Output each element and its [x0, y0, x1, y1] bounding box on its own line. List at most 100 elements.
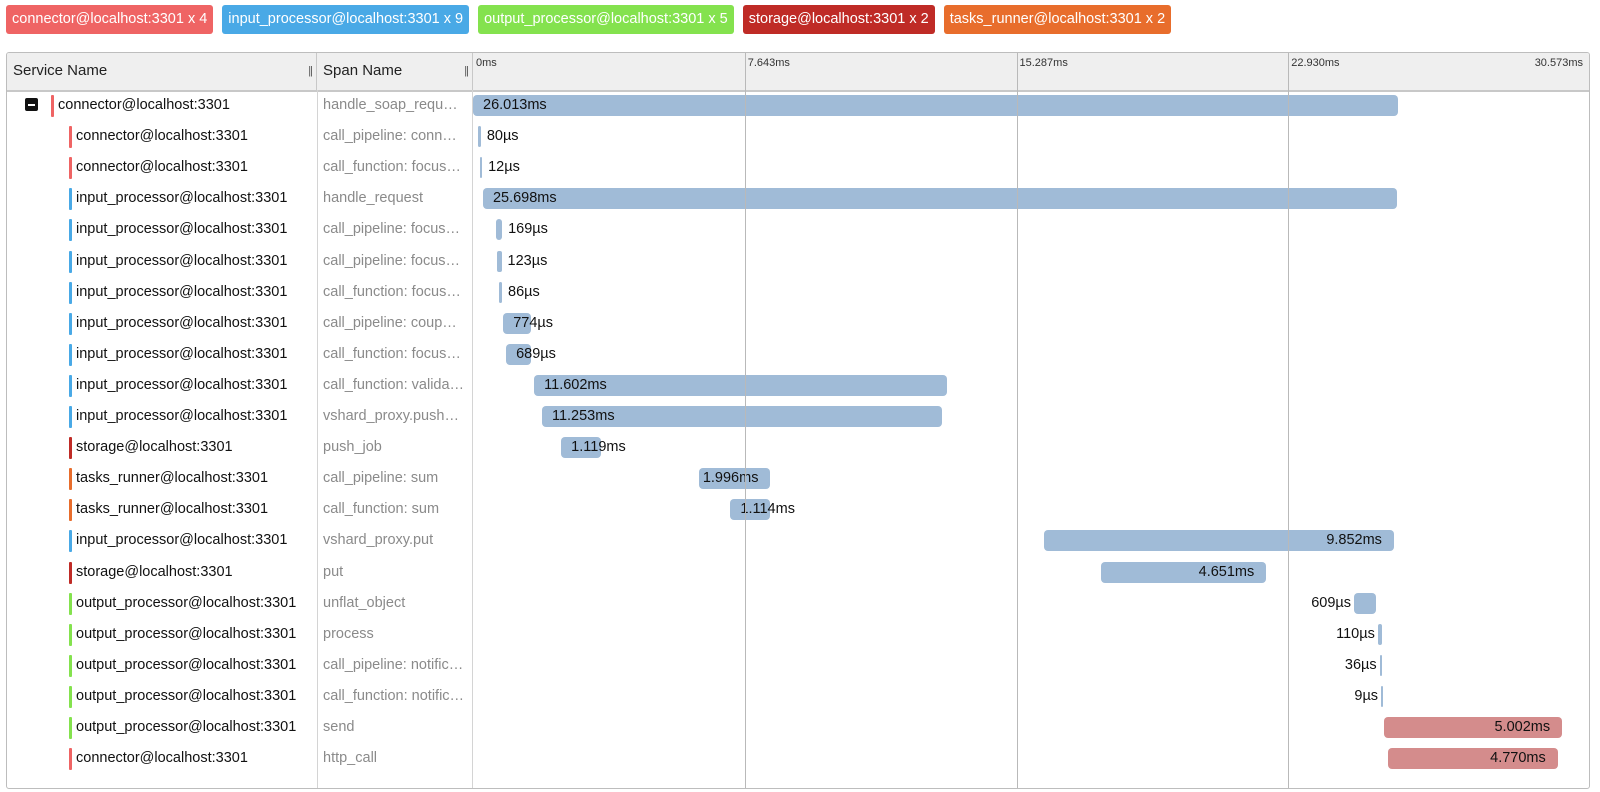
service-name: connector@localhost:3301: [76, 128, 248, 145]
span-duration-label: 12µs: [488, 159, 520, 176]
span-duration-label: 609µs: [1311, 594, 1352, 611]
timeline-tick-label: 22.930ms: [1291, 57, 1340, 69]
span-row[interactable]: input_processor@localhost:3301 handle_req…: [7, 183, 1589, 214]
span-row[interactable]: connector@localhost:3301 http_call 4.770ms: [7, 743, 1589, 774]
service-legend: connector@localhost:3301 x 4 input_proces…: [6, 5, 1172, 35]
span-row[interactable]: storage@localhost:3301 push_job 1.119ms: [7, 432, 1589, 463]
service-name: output_processor@localhost:3301: [76, 687, 297, 704]
span-name: vshard_proxy.push…: [323, 408, 459, 424]
legend-chip[interactable]: tasks_runner@localhost:3301 x 2: [943, 5, 1172, 34]
span-row[interactable]: output_processor@localhost:3301 unflat_ob…: [7, 588, 1589, 619]
span-duration-label: 1.114ms: [740, 501, 795, 518]
span-duration-label: 1.119ms: [571, 439, 626, 456]
span-duration-bar[interactable]: [1377, 623, 1382, 645]
trace-table: Service Name || Span Name || 0ms 7.643ms 1…: [6, 52, 1590, 789]
service-name: output_processor@localhost:3301: [76, 625, 297, 642]
span-duration-label: 123µs: [507, 252, 548, 269]
span-row[interactable]: tasks_runner@localhost:3301 call_function…: [7, 494, 1589, 525]
span-row[interactable]: input_processor@localhost:3301 call_funct…: [7, 339, 1589, 370]
collapse-icon[interactable]: [25, 98, 38, 111]
service-name: connector@localhost:3301: [58, 97, 230, 113]
span-duration-label: 9µs: [1354, 687, 1379, 704]
service-color-marker: [69, 685, 72, 708]
span-duration-bar[interactable]: [480, 157, 483, 179]
span-row[interactable]: output_processor@localhost:3301 call_func…: [7, 681, 1589, 712]
span-name: unflat_object: [323, 594, 406, 611]
timeline-gridline: [744, 53, 746, 788]
span-duration-bar[interactable]: [1379, 654, 1382, 676]
legend-chip[interactable]: connector@localhost:3301 x 4: [6, 5, 214, 34]
span-duration-bar[interactable]: [498, 281, 502, 303]
span-row[interactable]: tasks_runner@localhost:3301 call_pipeline…: [7, 463, 1589, 494]
service-color-marker: [69, 374, 72, 397]
service-color-marker: [69, 499, 72, 522]
span-duration-label: 110µs: [1336, 625, 1375, 642]
span-row[interactable]: input_processor@localhost:3301 vshard_pro…: [7, 525, 1589, 556]
column-header-span-name[interactable]: Span Name ||: [317, 53, 473, 90]
span-duration-label: 25.698ms: [492, 190, 557, 207]
span-row[interactable]: connector@localhost:3301 handle_soap_requ…: [7, 90, 1589, 121]
span-duration-label: 9.852ms: [1326, 532, 1382, 549]
service-name: tasks_runner@localhost:3301: [76, 501, 269, 518]
span-row[interactable]: output_processor@localhost:3301 send 5.002…: [7, 712, 1589, 743]
span-row[interactable]: input_processor@localhost:3301 call_funct…: [7, 277, 1589, 308]
span-duration-bar[interactable]: [496, 219, 503, 241]
service-color-marker: [69, 654, 72, 677]
service-color-marker: [69, 126, 72, 149]
service-color-marker: [69, 188, 72, 211]
span-row[interactable]: output_processor@localhost:3301 process 11…: [7, 619, 1589, 650]
span-name: call_function: focus…: [323, 345, 461, 362]
service-color-marker: [69, 406, 72, 428]
timeline-gridline: [1288, 53, 1290, 788]
service-color-marker: [69, 717, 72, 739]
span-name: http_call: [323, 750, 378, 767]
service-color-marker: [69, 437, 72, 460]
span-name: call_function: focus…: [323, 283, 461, 300]
service-name: output_processor@localhost:3301: [76, 719, 297, 735]
span-duration-label: 11.602ms: [544, 376, 607, 393]
service-name: storage@localhost:3301: [76, 439, 233, 456]
service-name: connector@localhost:3301: [76, 159, 248, 176]
span-name: process: [323, 625, 374, 642]
span-row[interactable]: input_processor@localhost:3301 call_funct…: [7, 370, 1589, 401]
span-name: handle_soap_requ…: [323, 97, 458, 113]
column-title: Span Name: [323, 62, 403, 79]
span-row[interactable]: storage@localhost:3301 put 4.651ms: [7, 557, 1589, 588]
span-name: push_job: [323, 439, 382, 456]
span-row[interactable]: input_processor@localhost:3301 vshard_pro…: [7, 401, 1589, 432]
column-resize-handle[interactable]: ||: [464, 53, 469, 89]
span-row[interactable]: input_processor@localhost:3301 call_pipel…: [7, 214, 1589, 245]
span-duration-bar[interactable]: [482, 188, 1397, 210]
span-row[interactable]: input_processor@localhost:3301 call_pipel…: [7, 246, 1589, 277]
service-name: output_processor@localhost:3301: [76, 594, 297, 611]
span-name: call_pipeline: notific…: [323, 656, 464, 673]
span-row[interactable]: connector@localhost:3301 call_pipeline: c…: [7, 121, 1589, 152]
span-name: call_pipeline: focus…: [323, 252, 461, 269]
span-name: put: [323, 563, 344, 580]
column-header-service-name[interactable]: Service Name ||: [7, 53, 317, 90]
span-name: call_function: notific…: [323, 687, 465, 704]
span-duration-bar[interactable]: [1381, 685, 1384, 707]
span-name: call_pipeline: sum: [323, 470, 439, 487]
span-row[interactable]: input_processor@localhost:3301 call_pipel…: [7, 308, 1589, 339]
legend-chip[interactable]: storage@localhost:3301 x 2: [742, 5, 935, 34]
span-row[interactable]: output_processor@localhost:3301 call_pipe…: [7, 650, 1589, 681]
span-duration-bar[interactable]: [477, 126, 481, 148]
service-name: input_processor@localhost:3301: [76, 283, 288, 300]
legend-chip[interactable]: input_processor@localhost:3301 x 9: [222, 5, 470, 34]
service-color-marker: [69, 623, 72, 646]
span-duration-bar[interactable]: [1354, 592, 1376, 614]
service-color-marker: [69, 343, 72, 366]
timeline-tick-label: 30.573ms: [1534, 57, 1583, 69]
service-name: tasks_runner@localhost:3301: [76, 470, 269, 487]
legend-chip[interactable]: output_processor@localhost:3301 x 5: [478, 5, 734, 34]
span-row[interactable]: connector@localhost:3301 call_function: f…: [7, 152, 1589, 183]
service-name: storage@localhost:3301: [76, 563, 233, 580]
column-resize-handle[interactable]: ||: [308, 53, 313, 89]
span-duration-bar[interactable]: [497, 250, 502, 272]
span-duration-bar[interactable]: [473, 95, 1398, 116]
span-name: call_function: valida…: [323, 376, 465, 393]
span-duration-label: 4.770ms: [1490, 750, 1546, 767]
span-duration-label: 80µs: [486, 128, 519, 145]
service-color-marker: [69, 157, 72, 180]
